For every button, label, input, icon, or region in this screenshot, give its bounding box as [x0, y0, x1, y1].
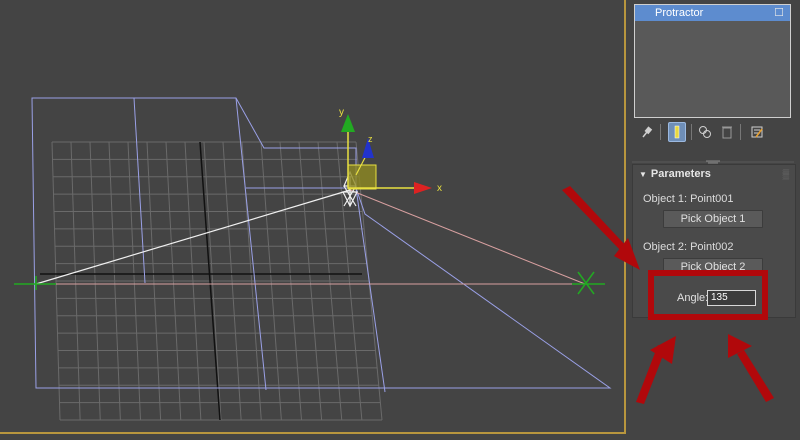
annotation-arrow-icon — [562, 186, 628, 252]
annotation-arrow-icon — [737, 350, 774, 402]
annotation-arrows — [562, 186, 774, 404]
